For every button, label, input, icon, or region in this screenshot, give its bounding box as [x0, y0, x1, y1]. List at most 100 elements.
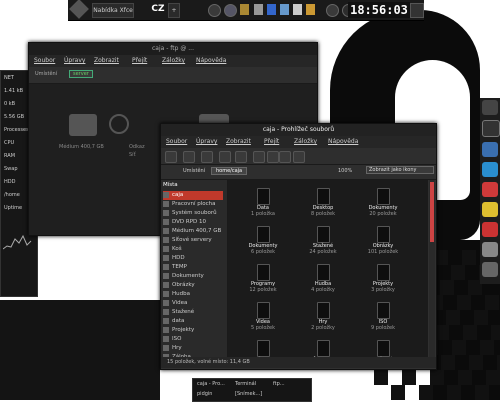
- front-menu-0[interactable]: Soubor: [166, 136, 187, 148]
- sidebar-item[interactable]: Hry: [163, 344, 223, 353]
- toolbar-button-6[interactable]: [267, 151, 279, 163]
- scrollbar-thumb[interactable]: [430, 182, 434, 242]
- folder-icon: [256, 226, 270, 243]
- sidebar-item[interactable]: TEMP: [163, 263, 223, 272]
- dock-item-7[interactable]: [482, 222, 498, 237]
- launcher-icon-6[interactable]: [280, 4, 289, 15]
- file-item[interactable]: Hudba 4 položky: [298, 264, 348, 298]
- file-item[interactable]: Videa 5 položek: [238, 302, 288, 336]
- file-item[interactable]: Hry 2 položky: [298, 302, 348, 336]
- clock-widget[interactable]: 18:56:03: [348, 2, 410, 18]
- folder-icon: [376, 226, 390, 243]
- taskbar-task[interactable]: [Snímek...]: [235, 391, 262, 397]
- dock-item-3[interactable]: [482, 142, 498, 157]
- menu-button[interactable]: Nabídka Xfce: [92, 3, 134, 18]
- dock-item-6[interactable]: [482, 202, 498, 217]
- sidebar-item[interactable]: ISO: [163, 335, 223, 344]
- front-menu-1[interactable]: Úpravy: [196, 136, 217, 148]
- launcher-icon-2[interactable]: [224, 4, 237, 17]
- view-mode-select[interactable]: Zobrazit jako ikony: [366, 166, 434, 174]
- new-workspace-button[interactable]: +: [168, 3, 180, 18]
- launcher-icon-7[interactable]: [293, 4, 302, 15]
- dock-item-1[interactable]: [482, 100, 498, 115]
- toolbar-button-4[interactable]: [235, 151, 247, 163]
- taskbar-task[interactable]: caja - Pro...: [197, 381, 225, 387]
- back-menu-4[interactable]: Záložky: [162, 55, 185, 67]
- sidebar-item[interactable]: Dokumenty: [163, 272, 223, 281]
- launcher-icon-8[interactable]: [306, 4, 315, 15]
- dock-item-5[interactable]: [482, 182, 498, 197]
- file-item[interactable]: Obrázky 101 položek: [358, 226, 408, 260]
- front-menu-3[interactable]: Přejít: [264, 136, 279, 148]
- sidebar-item[interactable]: Obrázky: [163, 281, 223, 290]
- front-window-titlebar[interactable]: caja - Prohlížeč souborů: [161, 124, 436, 136]
- file-item[interactable]: Šablony0 položek: [298, 340, 348, 357]
- launcher-icon-4[interactable]: [254, 4, 263, 15]
- front-menu-2[interactable]: Zobrazit: [226, 136, 251, 148]
- sidebar-item[interactable]: data: [163, 317, 223, 326]
- sidebar-item[interactable]: Síťové servery: [163, 236, 223, 245]
- file-item[interactable]: Dokumenty 6 položek: [238, 226, 288, 260]
- path-button[interactable]: home/caja: [211, 167, 248, 175]
- file-item[interactable]: Projekty 3 položky: [358, 264, 408, 298]
- power-button-icon[interactable]: [410, 3, 424, 18]
- checker-square: [486, 370, 500, 385]
- drive-icon[interactable]: [69, 114, 97, 136]
- sidebar-item[interactable]: Systém souborů: [163, 209, 223, 218]
- launcher-icon-3[interactable]: [240, 4, 249, 15]
- file-item[interactable]: ISO 9 položek: [358, 302, 408, 336]
- location-label: Umístění: [183, 168, 206, 174]
- file-item[interactable]: Zálohy4 položky: [238, 340, 288, 357]
- toolbar-button-7[interactable]: [279, 151, 291, 163]
- toolbar-button-0[interactable]: [165, 151, 177, 163]
- sidebar-item[interactable]: Projekty: [163, 326, 223, 335]
- toolbar-button-5[interactable]: [253, 151, 265, 163]
- tray-icon-1[interactable]: [326, 4, 339, 17]
- file-item[interactable]: Veřejné1 položka: [358, 340, 408, 357]
- front-menu-5[interactable]: Nápověda: [328, 136, 358, 148]
- vertical-scrollbar[interactable]: [429, 180, 435, 357]
- sidebar-item[interactable]: Médium 400,7 GB: [163, 227, 223, 236]
- file-item[interactable]: Dokumenty 20 položek: [358, 188, 408, 222]
- dock-item-4[interactable]: [482, 162, 498, 177]
- taskbar-task[interactable]: Terminál: [235, 381, 256, 387]
- keyboard-layout-indicator[interactable]: CZ: [150, 3, 166, 16]
- xfce-logo-icon[interactable]: [69, 0, 89, 19]
- back-path-field[interactable]: server: [69, 70, 93, 78]
- file-item[interactable]: Programy 12 položek: [238, 264, 288, 298]
- launcher-icon-5[interactable]: [267, 4, 276, 15]
- back-menu-5[interactable]: Nápověda: [196, 55, 226, 67]
- sidebar-item[interactable]: Hudba: [163, 290, 223, 299]
- sidebar-item[interactable]: DVD RPD 10: [163, 218, 223, 227]
- sidebar-item[interactable]: caja: [163, 191, 223, 200]
- toolbar-button-2[interactable]: [201, 151, 213, 163]
- toolbar-button-8[interactable]: [293, 151, 305, 163]
- front-menu-4[interactable]: Záložky: [294, 136, 317, 148]
- sidebar-item[interactable]: HDD: [163, 254, 223, 263]
- file-item[interactable]: Data 1 položka: [238, 188, 288, 222]
- back-menu-3[interactable]: Přejít: [132, 55, 147, 67]
- sidebar-item[interactable]: Videa: [163, 299, 223, 308]
- dock-item-8[interactable]: [482, 242, 498, 257]
- back-menu-1[interactable]: Úpravy: [64, 55, 85, 67]
- play-icon[interactable]: [109, 114, 129, 134]
- zoom-level[interactable]: 100%: [338, 168, 352, 174]
- dock-item-2[interactable]: [482, 120, 500, 137]
- sidebar-item[interactable]: Stažené: [163, 308, 223, 317]
- checker-square: [435, 325, 449, 340]
- back-menu-2[interactable]: Zobrazit: [94, 55, 119, 67]
- sidebar-item[interactable]: Pracovní plocha: [163, 200, 223, 209]
- checker-square: [469, 355, 483, 370]
- dock-item-9[interactable]: [482, 262, 498, 277]
- taskbar-task[interactable]: pidgin: [197, 391, 212, 397]
- taskbar-task[interactable]: ftp...: [273, 381, 285, 387]
- back-menu-0[interactable]: Soubor: [34, 55, 55, 67]
- toolbar-button-3[interactable]: [219, 151, 231, 163]
- back-window-titlebar[interactable]: caja - ftp @ ...: [29, 43, 317, 55]
- file-item[interactable]: Desktop 8 položek: [298, 188, 348, 222]
- sidebar-item[interactable]: Koš: [163, 245, 223, 254]
- launcher-icon-1[interactable]: [208, 4, 221, 17]
- front-file-manager-window[interactable]: caja - Prohlížeč souborů Soubor Úpravy Zob…: [160, 123, 437, 370]
- file-item[interactable]: Stažené 24 položek: [298, 226, 348, 260]
- toolbar-button-1[interactable]: [183, 151, 195, 163]
